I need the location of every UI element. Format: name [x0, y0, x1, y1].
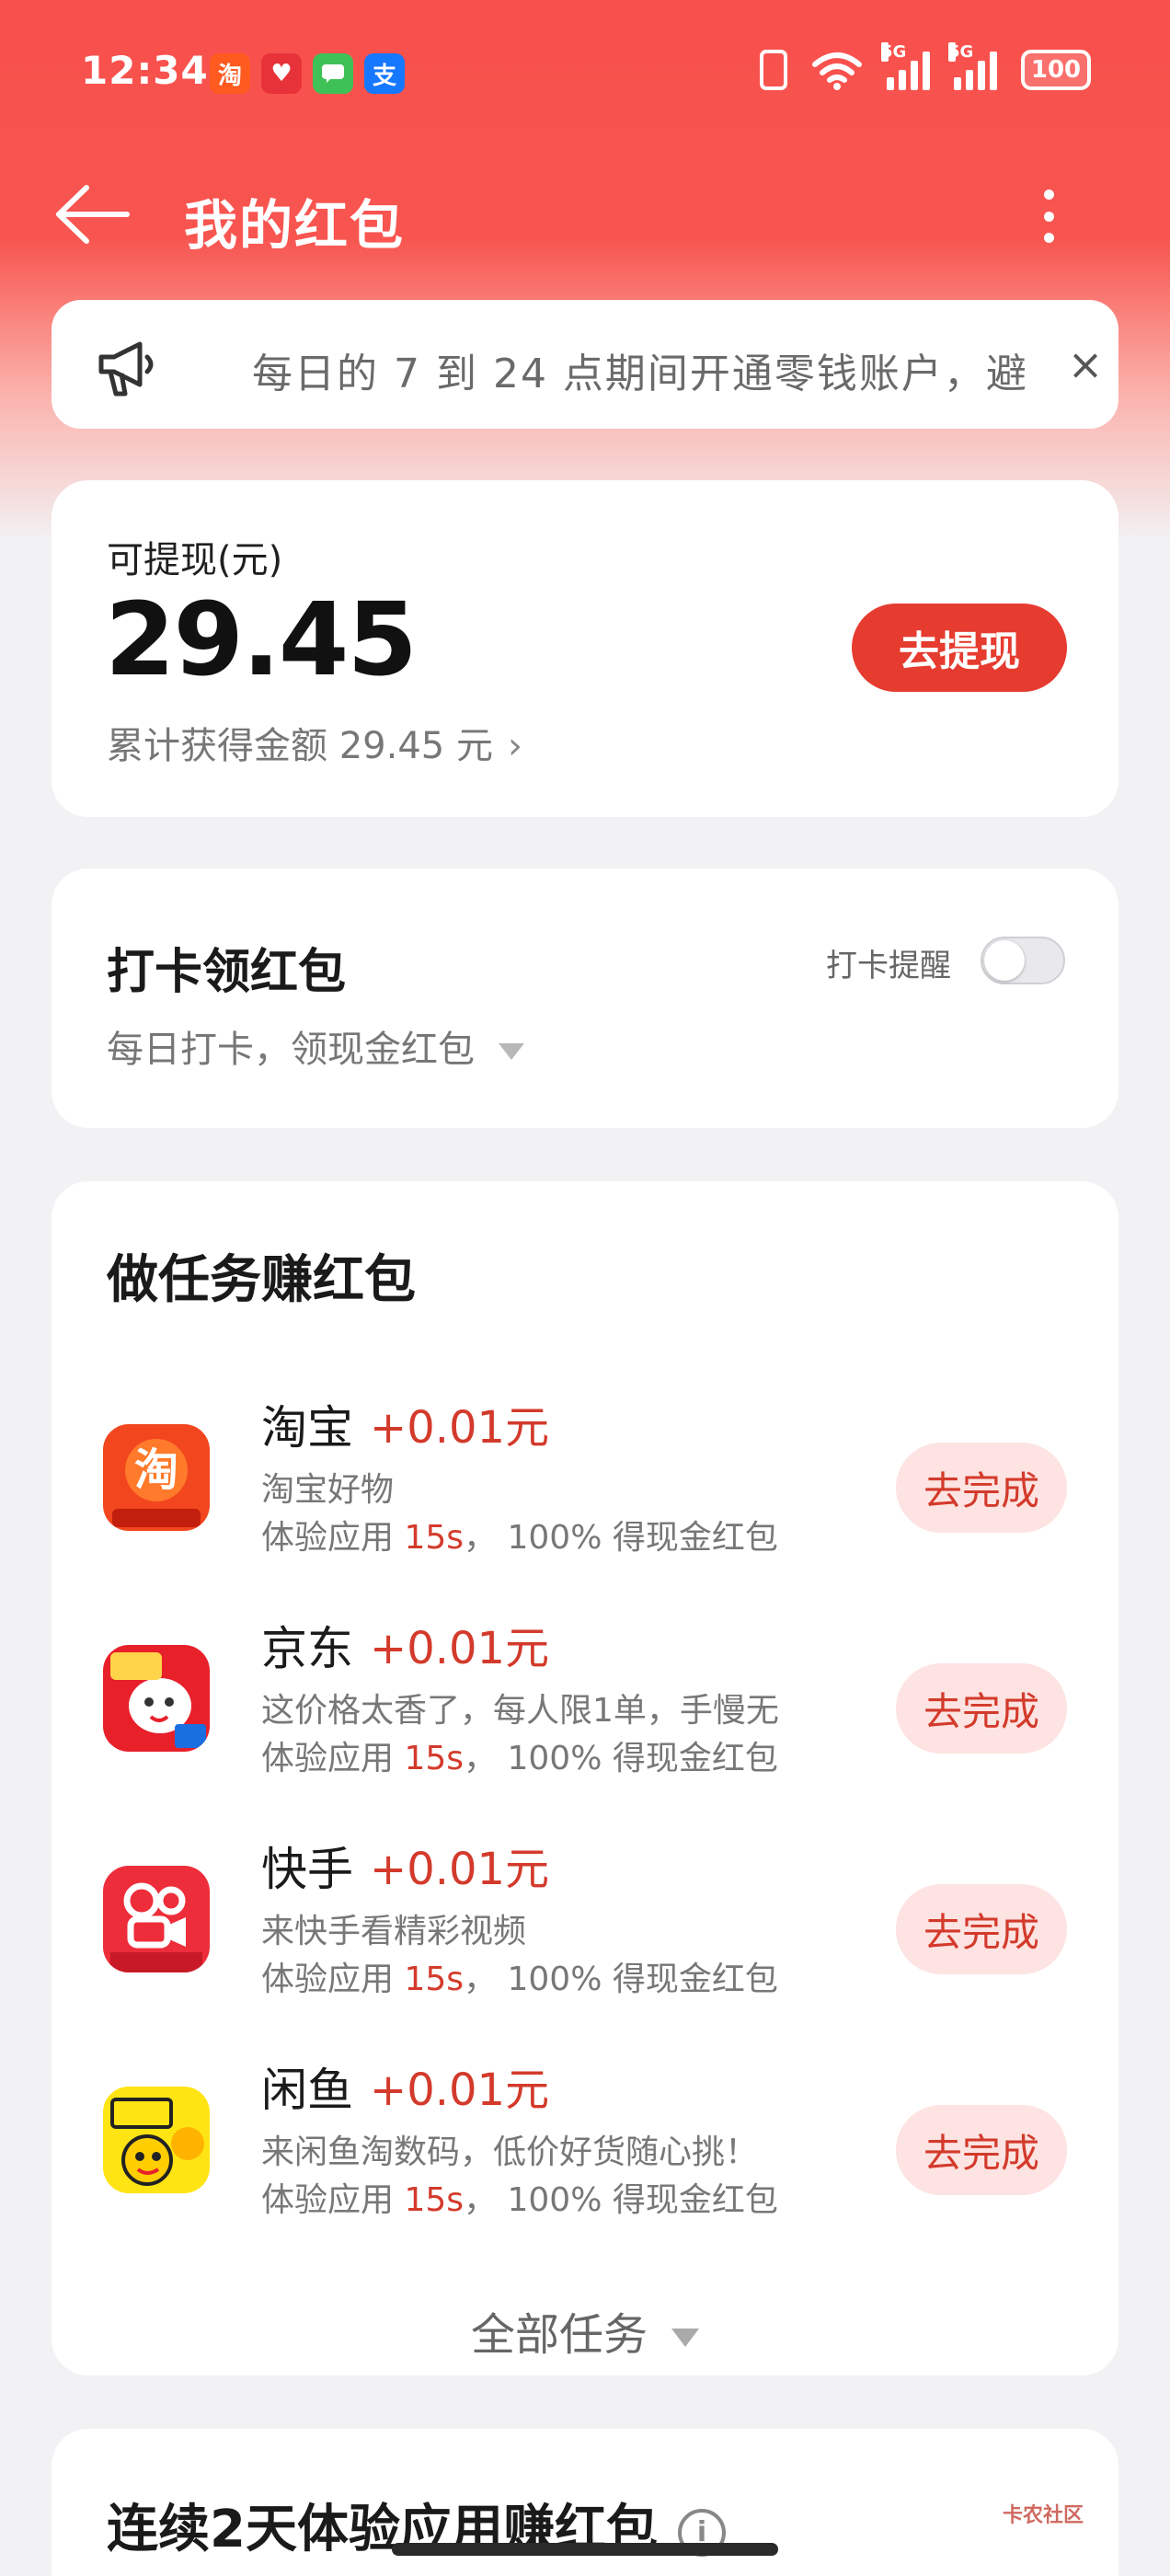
task-desc: 淘宝好物	[261, 1471, 395, 1509]
task-name: 快手	[261, 1843, 353, 1896]
all-tasks-button[interactable]: 全部任务	[52, 2298, 1118, 2363]
page-title: 我的红包	[184, 194, 406, 257]
task-item: 京东 +0.01元 这价格太香了，每人限1单，手慢无 体验应用 15s， 100…	[52, 1601, 1118, 1785]
task-meta: 体验应用 15s， 100% 得现金红包	[261, 1519, 778, 1557]
checkin-subtitle: 每日打卡，领现金红包	[107, 1029, 475, 1071]
close-icon[interactable]: ×	[1067, 342, 1104, 386]
jd-app-icon	[103, 1645, 210, 1752]
checkin-expand[interactable]: 每日打卡，领现金红包	[107, 1019, 524, 1073]
task-meta: 体验应用 15s， 100% 得现金红包	[261, 1961, 778, 1998]
checkin-remind-toggle[interactable]	[981, 937, 1065, 984]
task-reward: +0.01元	[370, 2064, 550, 2116]
task-complete-button[interactable]: 去完成	[896, 2105, 1067, 2195]
task-name: 京东	[261, 1622, 353, 1675]
total-earned-link[interactable]: 累计获得金额 29.45 元 ›	[107, 716, 522, 769]
task-item: 闲鱼 +0.01元 来闲鱼淘数码，低价好货随心挑！ 体验应用 15s， 100%…	[52, 2042, 1118, 2226]
task-desc: 来闲鱼淘数码，低价好货随心挑！	[261, 2133, 759, 2171]
chevron-down-icon	[499, 1043, 524, 1060]
taobao-notif-icon: 淘	[210, 53, 250, 94]
heart-app-notif-icon: ♥	[261, 53, 302, 94]
home-indicator[interactable]	[392, 2543, 778, 2556]
notice-banner: 每日的 7 到 24 点期间开通零钱账户，避 ×	[52, 300, 1118, 429]
more-options-icon[interactable]	[1032, 184, 1065, 248]
chevron-right-icon: ›	[507, 725, 522, 767]
task-reward: +0.01元	[370, 1402, 550, 1454]
task-reward: +0.01元	[370, 1623, 550, 1674]
status-bar: 12:34 淘 ♥ 支 5G 5G 100	[0, 0, 1170, 147]
status-indicators: 5G 5G 100	[760, 42, 1091, 90]
wifi-icon	[812, 52, 862, 90]
signal-icon: 5G	[948, 42, 997, 90]
taobao-app-icon: 淘	[103, 1424, 210, 1531]
message-notif-icon	[313, 53, 353, 94]
task-name: 淘宝	[261, 1401, 353, 1455]
task-desc: 来快手看精彩视频	[261, 1913, 527, 1950]
tasks-heading: 做任务赚红包	[107, 1250, 416, 1310]
task-desc: 这价格太香了，每人限1单，手慢无	[261, 1692, 779, 1730]
balance-card: 可提现(元) 29.45 累计获得金额 29.45 元 › 去提现	[52, 480, 1118, 817]
chevron-down-icon	[671, 2329, 699, 2347]
task-item: 快手 +0.01元 来快手看精彩视频 体验应用 15s， 100% 得现金红包 …	[52, 1822, 1118, 2006]
kuaishou-app-icon	[103, 1866, 210, 1972]
megaphone-icon	[94, 337, 160, 397]
withdraw-button[interactable]: 去提现	[852, 604, 1067, 692]
vibrate-icon	[760, 50, 787, 90]
balance-value: 29.45	[105, 581, 418, 698]
watermark-logo: 卡农社区	[1003, 2504, 1084, 2527]
battery-icon: 100	[1021, 50, 1091, 90]
task-meta: 体验应用 15s， 100% 得现金红包	[261, 1740, 778, 1777]
all-tasks-label: 全部任务	[470, 2309, 648, 2361]
task-reward: +0.01元	[370, 1844, 550, 1895]
notification-icons: 淘 ♥ 支	[210, 53, 405, 94]
notice-text: 每日的 7 到 24 点期间开通零钱账户，避	[252, 351, 1028, 397]
xianyu-app-icon	[103, 2087, 210, 2193]
task-item: 淘 淘宝 +0.01元 淘宝好物 体验应用 15s， 100% 得现金红包 去完…	[52, 1380, 1118, 1564]
task-complete-button[interactable]: 去完成	[896, 1443, 1067, 1533]
svg-text:淘: 淘	[134, 1444, 178, 1496]
task-complete-button[interactable]: 去完成	[896, 1884, 1067, 1974]
back-arrow-icon[interactable]	[53, 180, 131, 248]
tasks-card: 做任务赚红包 淘 淘宝 +0.01元 淘宝好物 体验应用 15s， 100% 得…	[52, 1181, 1118, 2375]
alipay-notif-icon: 支	[364, 53, 405, 94]
task-name: 闲鱼	[261, 2064, 353, 2117]
task-meta: 体验应用 15s， 100% 得现金红包	[261, 2181, 778, 2219]
checkin-remind-label: 打卡提醒	[826, 948, 951, 984]
status-time: 12:34	[81, 48, 209, 93]
signal-icon: 5G	[881, 42, 930, 90]
total-earned-text: 累计获得金额 29.45 元	[107, 725, 493, 767]
task-complete-button[interactable]: 去完成	[896, 1663, 1067, 1754]
balance-label: 可提现(元)	[107, 539, 283, 581]
checkin-card: 打卡领红包 每日打卡，领现金红包 打卡提醒	[52, 868, 1118, 1128]
checkin-title: 打卡领红包	[107, 945, 347, 1000]
